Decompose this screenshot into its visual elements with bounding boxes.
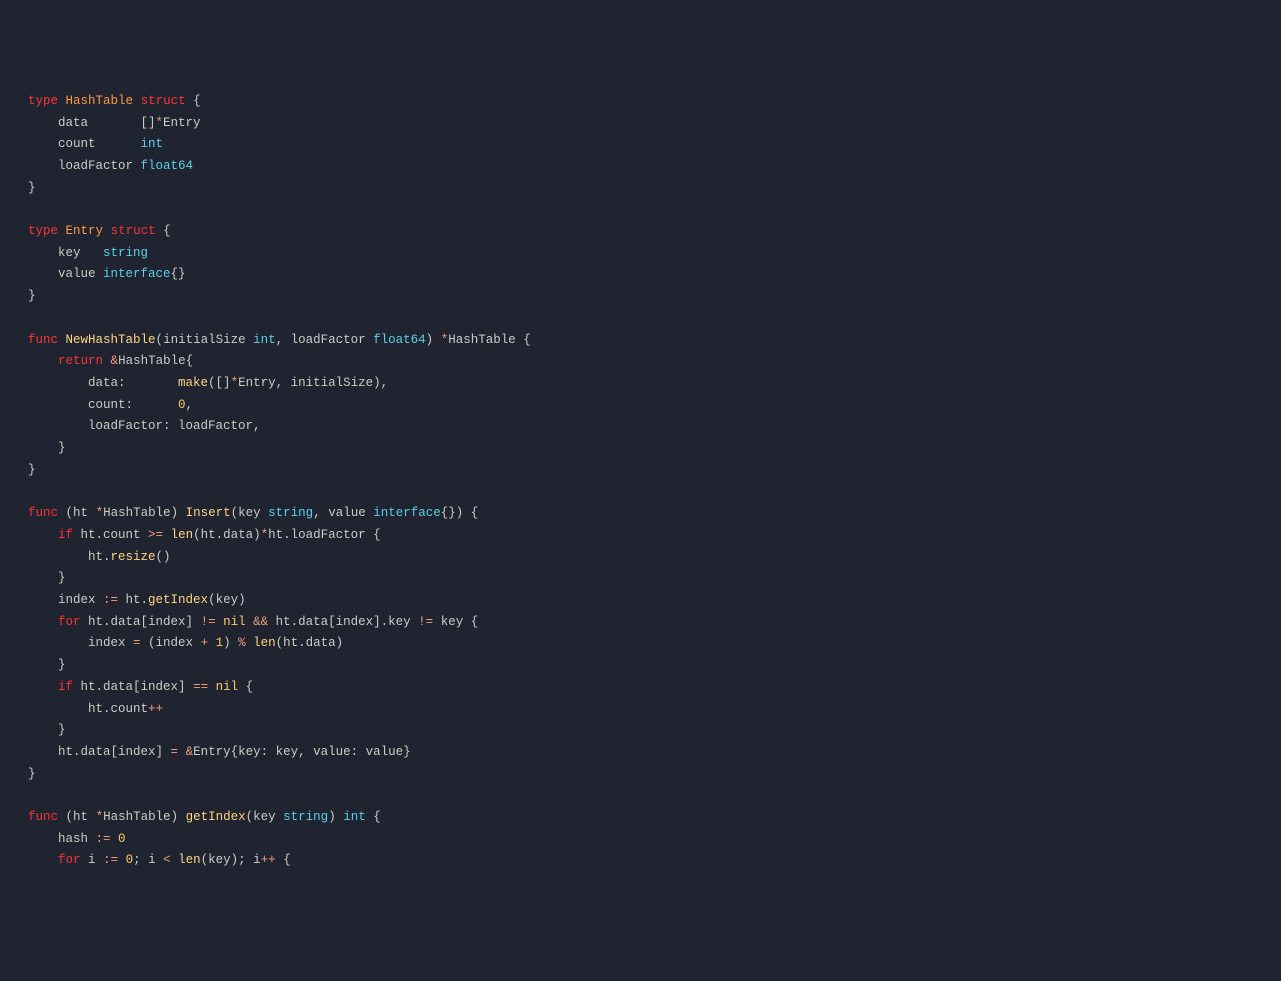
code-line: } — [28, 568, 1281, 590]
code-line: func (ht *HashTable) Insert(key string, … — [28, 503, 1281, 525]
code-line: } — [28, 286, 1281, 308]
code-line — [28, 199, 1281, 221]
code-line: type Entry struct { — [28, 221, 1281, 243]
code-line — [28, 308, 1281, 330]
code-line: loadFactor float64 — [28, 156, 1281, 178]
code-line: } — [28, 178, 1281, 200]
code-line: } — [28, 460, 1281, 482]
code-line: ht.data[index] = &Entry{key: key, value:… — [28, 742, 1281, 764]
code-line: data: make([]*Entry, initialSize), — [28, 373, 1281, 395]
code-line: loadFactor: loadFactor, — [28, 416, 1281, 438]
code-line: ht.count++ — [28, 699, 1281, 721]
code-editor[interactable]: type HashTable struct { data []*Entry co… — [0, 87, 1281, 872]
code-line: func NewHashTable(initialSize int, loadF… — [28, 330, 1281, 352]
code-line: if ht.data[index] == nil { — [28, 677, 1281, 699]
code-line: value interface{} — [28, 264, 1281, 286]
code-line: func (ht *HashTable) getIndex(key string… — [28, 807, 1281, 829]
code-line: type HashTable struct { — [28, 91, 1281, 113]
code-line: ht.resize() — [28, 547, 1281, 569]
code-line: for ht.data[index] != nil && ht.data[ind… — [28, 612, 1281, 634]
code-line: for i := 0; i < len(key); i++ { — [28, 850, 1281, 872]
code-line — [28, 785, 1281, 807]
code-line: data []*Entry — [28, 113, 1281, 135]
code-line: } — [28, 720, 1281, 742]
code-line: return &HashTable{ — [28, 351, 1281, 373]
code-line: key string — [28, 243, 1281, 265]
code-line: if ht.count >= len(ht.data)*ht.loadFacto… — [28, 525, 1281, 547]
code-line — [28, 481, 1281, 503]
code-line: } — [28, 438, 1281, 460]
code-content: type HashTable struct { data []*Entry co… — [28, 91, 1281, 872]
code-line: hash := 0 — [28, 829, 1281, 851]
code-line: count: 0, — [28, 395, 1281, 417]
code-line: index = (index + 1) % len(ht.data) — [28, 633, 1281, 655]
code-line: count int — [28, 134, 1281, 156]
code-line: } — [28, 764, 1281, 786]
code-line: } — [28, 655, 1281, 677]
code-line: index := ht.getIndex(key) — [28, 590, 1281, 612]
